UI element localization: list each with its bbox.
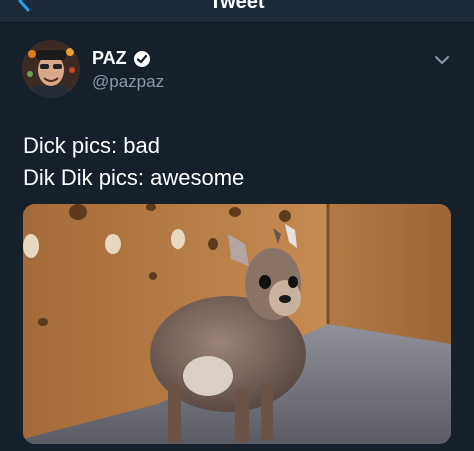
tweet-line-1: Dick pics: bad <box>23 133 160 158</box>
tweet-photo[interactable] <box>23 204 451 444</box>
tweet-line-2: Dik Dik pics: awesome <box>23 165 245 190</box>
name-row: PAZ <box>92 48 151 69</box>
verified-badge-icon <box>133 50 150 67</box>
chevron-down-icon[interactable] <box>434 54 450 66</box>
top-bar: Tweet <box>0 0 474 23</box>
tweet-header: PAZ @pazpaz <box>22 40 462 100</box>
tweet-text: Dick pics: bad Dik Dik pics: awesome <box>23 130 453 194</box>
display-name[interactable]: PAZ <box>92 48 127 69</box>
page-title: Tweet <box>209 0 265 13</box>
user-handle[interactable]: @pazpaz <box>92 72 164 92</box>
avatar[interactable] <box>22 40 80 98</box>
